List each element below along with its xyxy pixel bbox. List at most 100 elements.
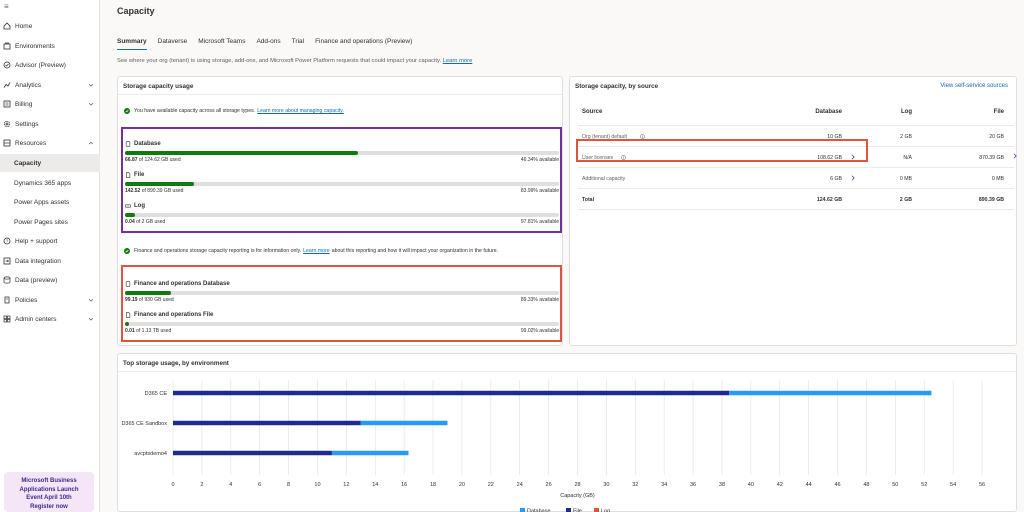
storage-name: Database bbox=[134, 141, 161, 147]
table-row[interactable]: Additional capacity 6 GB 0 MB 0 MB bbox=[578, 168, 1014, 189]
x-tick-label: 50 bbox=[892, 482, 898, 488]
chevron-right-icon[interactable] bbox=[1012, 153, 1018, 159]
log-icon bbox=[125, 204, 131, 208]
promo-banner[interactable]: Microsoft Business Applications Launch E… bbox=[4, 472, 94, 512]
x-tick-label: 8 bbox=[287, 482, 290, 488]
used-suffix: of 1.13 TB used bbox=[136, 327, 172, 334]
sidebar-item-environments[interactable]: Environments bbox=[0, 37, 100, 55]
storage-item-fo-file: Finance and operations File 0.01 of 1.13… bbox=[125, 312, 559, 334]
sidebar-item-help-support[interactable]: ? Help + support bbox=[0, 232, 100, 250]
tab-summary[interactable]: Summary bbox=[117, 38, 147, 50]
usage-bar-fill bbox=[125, 182, 195, 186]
sidebar-item-label: Policies bbox=[15, 296, 38, 304]
fo-info-text: Finance and operations storage capacity … bbox=[134, 248, 302, 254]
sidebar-item-policies[interactable]: Policies bbox=[0, 291, 100, 309]
bar-database bbox=[729, 390, 932, 396]
view-self-service-link[interactable]: View self-service sources bbox=[940, 83, 1008, 89]
tab-finance-operations[interactable]: Finance and operations (Preview) bbox=[315, 38, 412, 49]
manage-capacity-link[interactable]: Learn more about managing capacity. bbox=[257, 108, 344, 114]
storage-item-file: File 142.52 of 890.39 GB used 83.99% avai… bbox=[125, 172, 559, 194]
sidebar-item-billing[interactable]: Billing bbox=[0, 95, 100, 113]
tab-trial[interactable]: Trial bbox=[292, 38, 304, 49]
log-cell: N/A bbox=[903, 155, 912, 161]
sidebar-item-label: Environments bbox=[15, 42, 55, 50]
chevron-down-icon[interactable] bbox=[88, 82, 94, 88]
chevron-up-icon[interactable] bbox=[88, 140, 94, 146]
storage-name: Log bbox=[134, 203, 145, 209]
hamburger-menu-icon[interactable]: ≡ bbox=[4, 3, 9, 11]
chevron-right-icon[interactable] bbox=[850, 175, 856, 181]
sidebar-item-label: Billing bbox=[15, 100, 33, 108]
tab-dataverse[interactable]: Dataverse bbox=[158, 38, 188, 49]
usage-bar-fill bbox=[125, 213, 135, 217]
used-suffix: of 2 GB used bbox=[136, 218, 166, 225]
tab-microsoft-teams[interactable]: Microsoft Teams bbox=[198, 38, 245, 49]
x-tick-label: 52 bbox=[921, 482, 927, 488]
promo-line-3: Event April 10th bbox=[26, 495, 72, 501]
sidebar-item-data-preview[interactable]: Data (preview) bbox=[0, 271, 100, 289]
sidebar-item-label: Data (preview) bbox=[15, 276, 58, 284]
database-cell: 124.62 GB bbox=[816, 197, 842, 203]
learn-more-link[interactable]: Learn more bbox=[443, 58, 473, 64]
data-icon bbox=[3, 276, 11, 284]
x-tick-label: 34 bbox=[661, 482, 667, 488]
database-icon bbox=[125, 141, 131, 147]
legend-swatch-database bbox=[520, 508, 525, 512]
x-tick-label: 54 bbox=[950, 482, 956, 488]
sidebar-item-dynamics-365-apps[interactable]: Dynamics 365 apps bbox=[0, 174, 100, 192]
chevron-down-icon[interactable] bbox=[88, 297, 94, 303]
usage-text: 0.01 of 1.13 TB used bbox=[125, 328, 171, 334]
promo-line-1: Microsoft Business bbox=[21, 478, 77, 484]
chevron-down-icon[interactable] bbox=[88, 316, 94, 322]
fo-learn-more-link[interactable]: Learn more bbox=[303, 248, 330, 254]
legend-label-log: Log bbox=[601, 509, 610, 512]
billing-icon bbox=[3, 100, 11, 108]
usage-bar-fill bbox=[125, 151, 359, 155]
analytics-icon bbox=[3, 81, 11, 89]
checkmark-icon bbox=[124, 108, 130, 114]
col-source: Source bbox=[582, 109, 603, 115]
table-header: Source Database Log File bbox=[578, 105, 1014, 126]
x-tick-label: 24 bbox=[517, 482, 523, 488]
sidebar-item-admin-centers[interactable]: Admin centers bbox=[0, 310, 100, 328]
sidebar-item-label: Admin centers bbox=[15, 315, 57, 323]
sidebar-item-power-apps-assets[interactable]: Power Apps assets bbox=[0, 193, 100, 211]
x-tick-label: 14 bbox=[372, 482, 378, 488]
usage-bar-fill bbox=[125, 322, 130, 326]
x-tick-label: 0 bbox=[171, 482, 174, 488]
table-row: Total 124.62 GB 2 GB 890.39 GB bbox=[578, 189, 1014, 210]
used-amount: 142.52 bbox=[125, 187, 141, 194]
chevron-down-icon[interactable] bbox=[88, 101, 94, 107]
usage-text: 66.87 of 124.62 GB used bbox=[125, 157, 181, 163]
storage-item-fo-database: Finance and operations Database 99.19 of… bbox=[125, 281, 559, 303]
file-cell: 20 GB bbox=[989, 134, 1004, 140]
legend-swatch-file bbox=[566, 508, 571, 512]
storage-name: Finance and operations File bbox=[134, 312, 214, 318]
sidebar-item-advisor-preview[interactable]: Advisor (Preview) bbox=[0, 56, 100, 74]
legend-swatch-log bbox=[594, 508, 599, 512]
legend-label-file: File bbox=[573, 509, 582, 512]
sidebar-item-data-integration[interactable]: Data integration bbox=[0, 252, 100, 270]
left-nav: ≡ Home Environments Advisor (Preview) Analy… bbox=[0, 0, 100, 512]
sidebar-item-label: Power Pages sites bbox=[14, 218, 68, 226]
sidebar-item-power-pages-sites[interactable]: Power Pages sites bbox=[0, 213, 100, 231]
x-tick-label: 30 bbox=[603, 482, 609, 488]
sidebar-item-home[interactable]: Home bbox=[0, 17, 100, 35]
tab-add-ons[interactable]: Add-ons bbox=[256, 38, 280, 49]
resources-icon bbox=[3, 139, 11, 147]
x-tick-label: 28 bbox=[574, 482, 580, 488]
x-tick-label: 4 bbox=[229, 482, 232, 488]
sidebar-item-analytics[interactable]: Analytics bbox=[0, 76, 100, 94]
usage-bar bbox=[125, 291, 559, 295]
sidebar-item-resources[interactable]: Resources bbox=[0, 134, 100, 152]
log-cell: 0 MB bbox=[899, 176, 912, 182]
bar-database bbox=[360, 420, 448, 426]
promo-line-2: Applications Launch bbox=[19, 486, 79, 493]
sidebar-item-capacity[interactable]: Capacity bbox=[0, 154, 100, 172]
x-tick-label: 6 bbox=[258, 482, 261, 488]
y-category-label: avcptsdemo4 bbox=[134, 451, 167, 457]
bar-file bbox=[173, 390, 730, 396]
x-tick-label: 12 bbox=[343, 482, 349, 488]
source-cell: Total bbox=[582, 197, 595, 203]
sidebar-item-settings[interactable]: Settings bbox=[0, 115, 100, 133]
